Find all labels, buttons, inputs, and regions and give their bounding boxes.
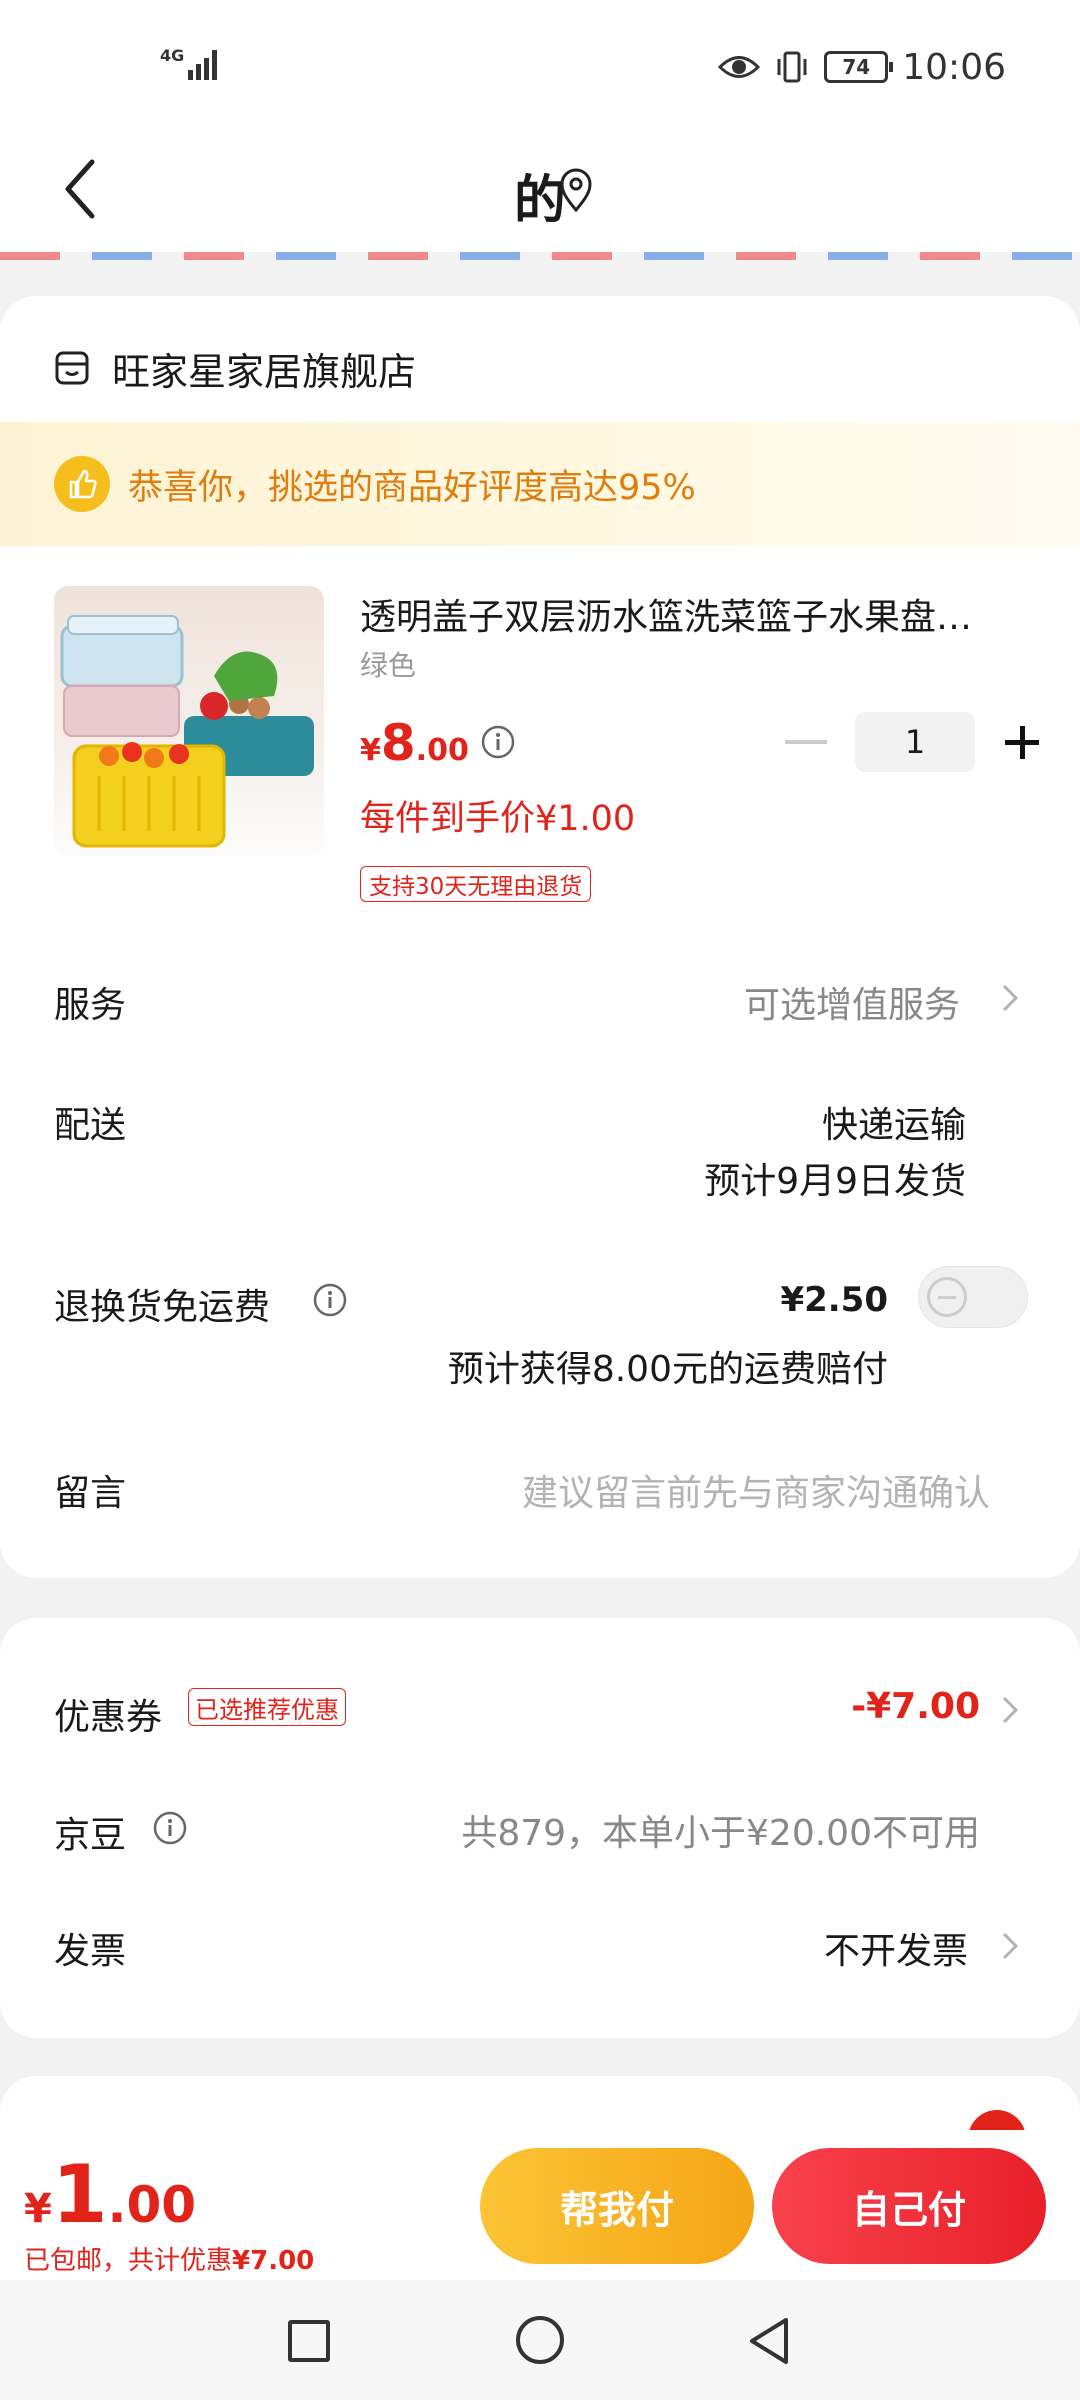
- product-title[interactable]: 透明盖子双层沥水篮洗菜篮子水果盘…: [360, 588, 1030, 640]
- thumbs-up-icon: [54, 456, 110, 512]
- chevron-right-icon[interactable]: [1000, 1930, 1020, 1962]
- location-pin-icon[interactable]: [556, 166, 596, 214]
- info-icon[interactable]: [152, 1810, 188, 1846]
- quantity-stepper: 1: [785, 712, 1045, 772]
- product-spec: 绿色: [360, 649, 417, 682]
- service-value[interactable]: 可选增值服务: [744, 976, 960, 1028]
- coupon-value[interactable]: -¥7.00: [851, 1686, 980, 1727]
- beans-label: 京豆: [54, 1815, 127, 1856]
- discounts-card: 优惠券 已选推荐优惠 -¥7.00 京豆 共879，本单小于¥20.00不可用 …: [0, 1618, 1080, 2038]
- system-nav-bar: [0, 2280, 1080, 2400]
- invoice-value[interactable]: 不开发票: [824, 1922, 968, 1974]
- vibrate-icon: [777, 51, 807, 83]
- beans-value: 共879，本单小于¥20.00不可用: [461, 1813, 980, 1854]
- delivery-label: 配送: [54, 1105, 127, 1146]
- coupon-badge: 已选推荐优惠: [188, 1688, 346, 1726]
- delivery-method[interactable]: 快递运输: [822, 1096, 966, 1148]
- back-triangle-icon[interactable]: [744, 2314, 794, 2368]
- address-envelope-stripe: [0, 252, 1080, 260]
- network-type: 4G: [160, 46, 185, 65]
- nav-bar: 的: [0, 130, 1080, 252]
- status-bar: 4G 74 10:06: [0, 0, 1080, 130]
- chevron-right-icon[interactable]: [1000, 982, 1020, 1014]
- info-icon[interactable]: [480, 724, 516, 760]
- minus-icon[interactable]: [785, 740, 827, 744]
- message-label: 留言: [54, 1473, 127, 1514]
- praise-text: 恭喜你，挑选的商品好评度高达95%: [128, 467, 696, 508]
- info-icon[interactable]: [312, 1282, 348, 1318]
- praise-banner: 恭喜你，挑选的商品好评度高达95%: [0, 422, 1080, 546]
- self-pay-button[interactable]: 自己付: [772, 2148, 1046, 2264]
- invoice-label: 发票: [54, 1931, 127, 1972]
- shop-row[interactable]: 旺家星家居旗舰店: [54, 336, 416, 400]
- battery-icon: 74: [824, 51, 894, 83]
- quantity-value[interactable]: 1: [855, 712, 975, 772]
- recents-icon[interactable]: [288, 2320, 330, 2362]
- free-return-toggle[interactable]: [918, 1266, 1028, 1328]
- unit-price: 每件到手价¥1.00: [360, 799, 636, 839]
- free-return-label: 退换货免运费: [54, 1287, 271, 1328]
- free-return-note: 预计获得8.00元的运费赔付: [447, 1349, 888, 1390]
- help-pay-button[interactable]: 帮我付: [480, 2148, 754, 2264]
- clock: 10:06: [902, 46, 1006, 88]
- signal-icon: [188, 46, 218, 80]
- eye-icon: [718, 56, 761, 78]
- product-price: ¥8.00: [360, 714, 469, 772]
- shop-name: 旺家星家居旗舰店: [112, 349, 417, 394]
- service-label: 服务: [54, 985, 127, 1026]
- free-return-price: ¥2.50: [780, 1280, 888, 1320]
- page-title: 的: [513, 171, 566, 231]
- total-note: 已包邮，共计优惠¥7.00: [24, 2246, 315, 2276]
- return-policy-badge: 支持30天无理由退货: [360, 866, 592, 902]
- coupon-label: 优惠券: [54, 1697, 163, 1738]
- message-input[interactable]: 建议留言前先与商家沟通确认: [522, 1464, 990, 1516]
- checkout-bar: ¥1.00 已包邮，共计优惠¥7.00 帮我付 自己付: [0, 2130, 1080, 2280]
- plus-icon[interactable]: [1005, 722, 1045, 762]
- delivery-date: 预计9月9日发货: [704, 1161, 966, 1202]
- store-icon: [55, 351, 89, 385]
- total-price: ¥1.00: [24, 2148, 197, 2241]
- order-card: 旺家星家居旗舰店 恭喜你，挑选的商品好评度高达95% 透明盖子双层沥水篮洗菜篮子…: [0, 296, 1080, 1578]
- chevron-right-icon[interactable]: [1000, 1694, 1020, 1726]
- product-image[interactable]: [54, 586, 324, 856]
- home-icon[interactable]: [516, 2316, 564, 2364]
